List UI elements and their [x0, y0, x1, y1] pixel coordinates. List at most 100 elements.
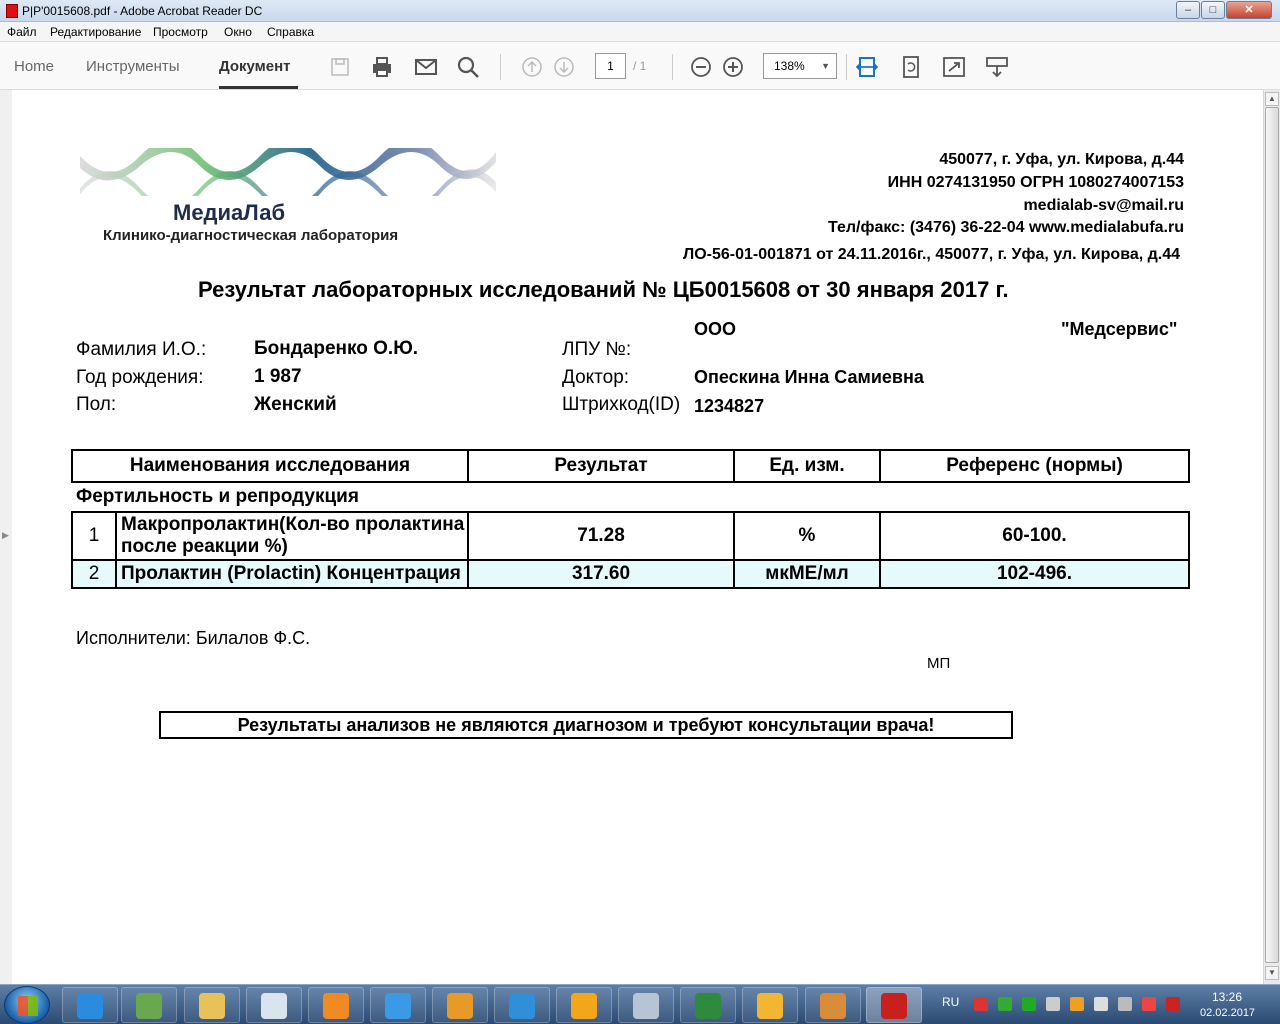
- tray-action-center-icon[interactable]: [1142, 997, 1156, 1011]
- test-reference: 102-496.: [879, 559, 1190, 589]
- scroll-down-arrow[interactable]: ▼: [1265, 966, 1279, 980]
- birth-year: 1 987: [254, 366, 302, 387]
- start-button[interactable]: [4, 986, 50, 1024]
- print-icon[interactable]: [369, 54, 395, 80]
- report-title: Результат лабораторных исследований № ЦБ…: [198, 277, 1009, 302]
- test-result: 71.28: [467, 511, 735, 561]
- stamp-place: МП: [927, 655, 951, 672]
- tray-antivirus-icon[interactable]: [974, 997, 988, 1011]
- vertical-scrollbar[interactable]: ▲ ▼: [1263, 90, 1280, 984]
- taskbar-acrobat[interactable]: [866, 987, 922, 1023]
- minimize-button[interactable]: –: [1176, 1, 1200, 19]
- performers: Исполнители: Билалов Ф.С.: [76, 628, 311, 648]
- menu-window[interactable]: Окно: [224, 25, 252, 39]
- title-bar: P|P'0015608.pdf - Adobe Acrobat Reader D…: [0, 0, 1280, 22]
- taskbar-ie-3[interactable]: [494, 987, 550, 1023]
- menu-view[interactable]: Просмотр: [153, 25, 208, 39]
- language-indicator[interactable]: RU: [942, 995, 959, 1009]
- rotate-icon[interactable]: [898, 54, 924, 80]
- windows-logo-icon: [18, 996, 38, 1016]
- search-icon[interactable]: [455, 54, 481, 80]
- calculator-icon: [633, 993, 659, 1019]
- active-tab-indicator: [219, 86, 298, 89]
- tab-document[interactable]: Документ: [219, 58, 291, 75]
- page-number-input[interactable]: 1: [595, 53, 626, 79]
- toolbar-separator: [672, 54, 673, 80]
- pdf-file-icon: [6, 4, 18, 18]
- taskbar-ie-2[interactable]: [370, 987, 426, 1023]
- taskbar-messenger[interactable]: [432, 987, 488, 1023]
- tray-volume-icon[interactable]: [1094, 997, 1108, 1011]
- expand-panel-icon[interactable]: ▶: [2, 530, 9, 541]
- menu-help[interactable]: Справка: [267, 25, 314, 39]
- test-reference: 60-100.: [879, 511, 1190, 561]
- test-result: 317.60: [467, 559, 735, 589]
- zoom-value: 138%: [774, 59, 805, 73]
- lab-address: 450077, г. Уфа, ул. Кирова, д.44: [939, 151, 1184, 168]
- table-row: 2 Пролактин (Prolactin) Концентрация 317…: [71, 559, 1190, 589]
- taskbar-network-2[interactable]: [742, 987, 798, 1023]
- tab-tools[interactable]: Инструменты: [86, 58, 180, 75]
- header-result: Результат: [467, 449, 735, 483]
- tray-printer-icon[interactable]: [1046, 997, 1060, 1011]
- messenger-icon: [447, 993, 473, 1019]
- save-icon[interactable]: [327, 54, 353, 80]
- fullscreen-icon[interactable]: [941, 54, 967, 80]
- chevron-down-icon[interactable]: ▼: [821, 54, 830, 78]
- patient-name-label: Фамилия И.О.:: [76, 339, 207, 360]
- patient-name: Бондаренко О.Ю.: [254, 338, 419, 359]
- tray-sync-icon[interactable]: [998, 997, 1012, 1011]
- doctor-label: Доктор:: [562, 367, 630, 388]
- user-icon: [820, 993, 846, 1019]
- scroll-thumb[interactable]: [1265, 107, 1279, 963]
- zoom-select[interactable]: 138% ▼: [763, 53, 837, 79]
- fit-width-icon[interactable]: [854, 54, 880, 80]
- clock-date[interactable]: 02.02.2017: [1200, 1007, 1255, 1019]
- email-icon[interactable]: [413, 54, 439, 80]
- doctor-name: Опескина Инна Самиевна: [694, 367, 924, 387]
- internet-explorer-icon: [77, 993, 103, 1019]
- read-mode-icon[interactable]: [984, 54, 1010, 80]
- left-panel-toggle[interactable]: ▶: [0, 90, 12, 984]
- tray-network-icon[interactable]: [1118, 997, 1132, 1011]
- test-unit: %: [733, 511, 881, 561]
- tray-acrobat-icon[interactable]: [1166, 997, 1180, 1011]
- maximize-button[interactable]: □: [1201, 1, 1225, 19]
- taskbar-excel[interactable]: [680, 987, 736, 1023]
- tab-home[interactable]: Home: [14, 58, 54, 75]
- window-title: P|P'0015608.pdf - Adobe Acrobat Reader D…: [22, 4, 263, 18]
- test-name: Пролактин (Prolactin) Концентрация: [115, 559, 469, 589]
- barcode-label: Штрихкод(ID): [562, 394, 681, 415]
- lpu-label: ЛПУ №:: [562, 339, 632, 360]
- page-down-icon[interactable]: [551, 54, 577, 80]
- taskbar-calculator[interactable]: [618, 987, 674, 1023]
- notepad-icon: [261, 993, 287, 1019]
- zoom-out-icon[interactable]: [688, 54, 714, 80]
- taskbar-user[interactable]: [805, 987, 861, 1023]
- taskbar-explorer[interactable]: [184, 987, 240, 1023]
- header-reference: Референс (нормы): [879, 449, 1190, 483]
- acrobat-window: P|P'0015608.pdf - Adobe Acrobat Reader D…: [0, 0, 1280, 1024]
- birth-year-label: Год рождения:: [76, 367, 204, 388]
- taskbar-ie[interactable]: [62, 987, 118, 1023]
- zoom-in-icon[interactable]: [720, 54, 746, 80]
- tray-app-icon[interactable]: [1070, 997, 1084, 1011]
- menu-edit[interactable]: Редактирование: [50, 25, 141, 39]
- scroll-up-arrow[interactable]: ▲: [1265, 92, 1279, 106]
- clinic-prefix: ООО: [694, 319, 737, 339]
- header-unit: Ед. изм.: [733, 449, 881, 483]
- toolbar-separator: [846, 54, 847, 80]
- table-header-row: Наименования исследования Результат Ед. …: [71, 449, 1190, 483]
- page-up-icon[interactable]: [519, 54, 545, 80]
- taskbar-notepad[interactable]: [246, 987, 302, 1023]
- menu-file[interactable]: Файл: [7, 25, 37, 39]
- tray-update-icon[interactable]: [1022, 997, 1036, 1011]
- taskbar-network[interactable]: [121, 987, 177, 1023]
- taskbar-media-player[interactable]: [308, 987, 364, 1023]
- close-button[interactable]: ✕: [1226, 1, 1272, 19]
- disclaimer: Результаты анализов не являются диагнозо…: [159, 711, 1013, 739]
- lab-inn: ИНН 0274131950 ОГРН 1080274007153: [887, 174, 1184, 191]
- app-grid-icon: [571, 993, 597, 1019]
- taskbar-app-grid[interactable]: [556, 987, 612, 1023]
- clock-time[interactable]: 13:26: [1212, 990, 1242, 1004]
